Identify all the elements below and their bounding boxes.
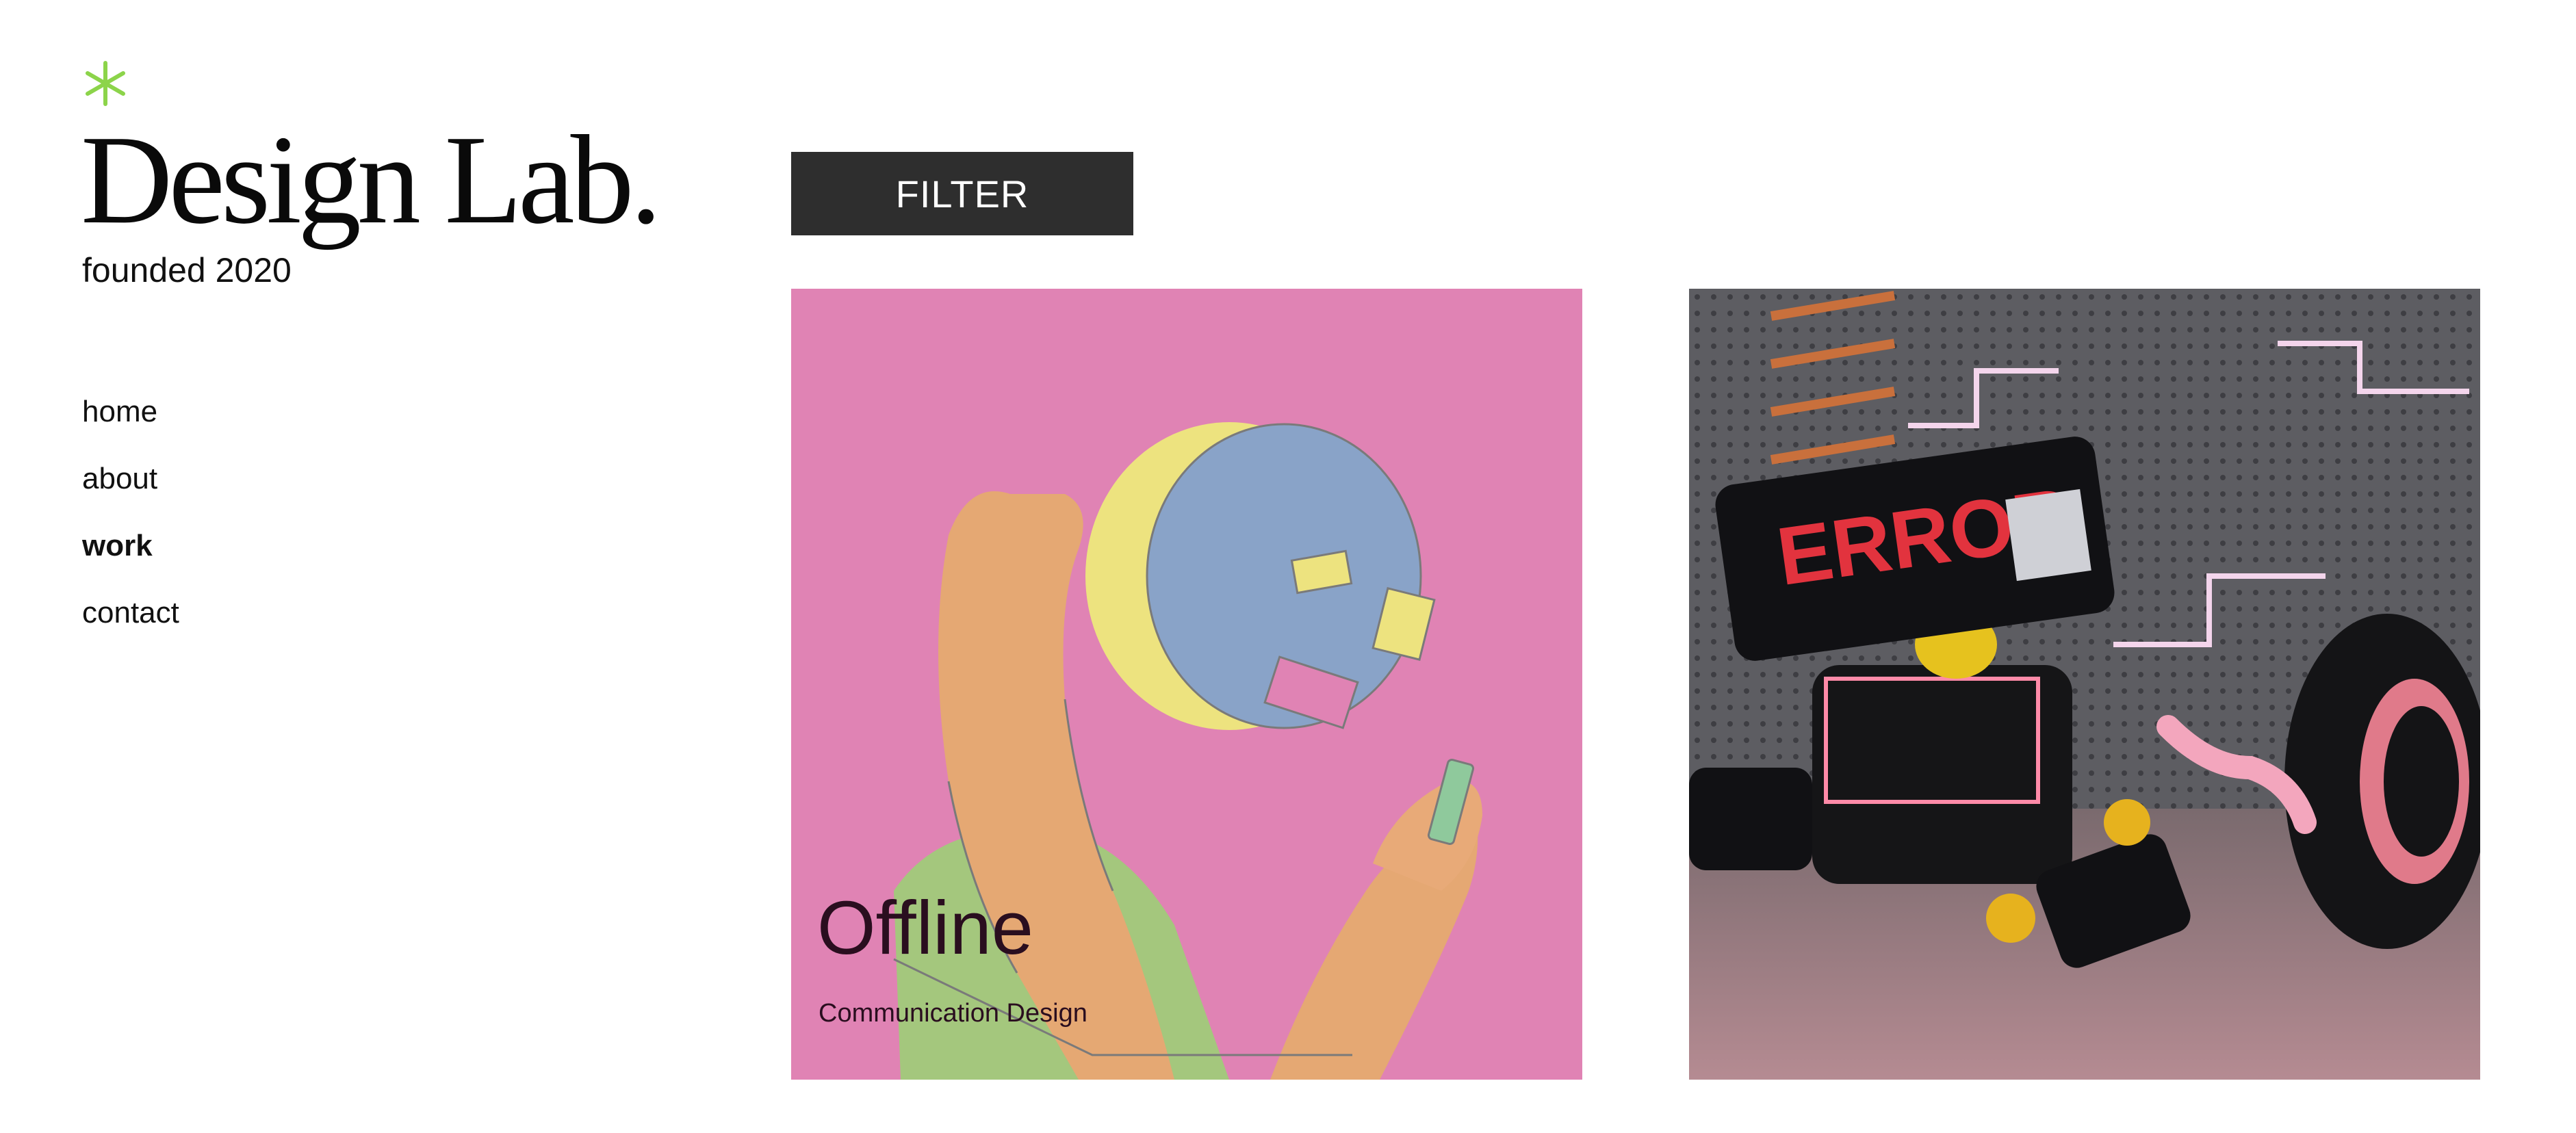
nav-item-home[interactable]: home [82, 397, 179, 464]
project-category: Communication Design [819, 999, 1087, 1028]
project-card-robot[interactable]: ERROR [1689, 289, 2480, 1080]
main-nav: home about work contact [82, 397, 179, 665]
site-subtitle: founded 2020 [82, 251, 292, 289]
nav-item-contact[interactable]: contact [82, 598, 179, 665]
asterisk-icon [86, 61, 125, 106]
robot-image: ERROR [1689, 289, 2480, 1080]
site-title[interactable]: Design Lab. [81, 116, 662, 244]
nav-item-work[interactable]: work [82, 531, 179, 598]
nav-item-about[interactable]: about [82, 464, 179, 531]
project-title: Offline [817, 886, 1033, 970]
project-card-offline[interactable]: Offline Communication Design [791, 289, 1582, 1080]
filter-button[interactable]: FILTER [791, 152, 1133, 235]
